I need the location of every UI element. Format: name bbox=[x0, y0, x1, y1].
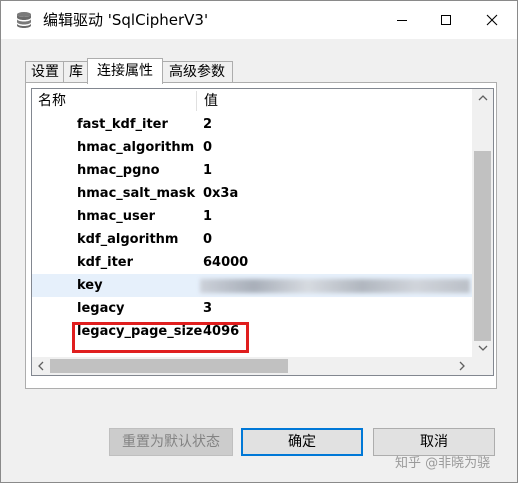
reset-to-default-button[interactable]: 重置为默认状态 bbox=[109, 428, 233, 456]
scrollbar-corner bbox=[472, 357, 493, 375]
database-icon bbox=[17, 12, 31, 28]
table-row[interactable]: hmac_pgno 1 bbox=[32, 159, 472, 182]
chevron-down-icon bbox=[478, 345, 487, 351]
horizontal-scroll-thumb[interactable] bbox=[50, 359, 288, 373]
property-name: kdf_algorithm bbox=[77, 232, 179, 247]
ok-button[interactable]: 确定 bbox=[241, 428, 363, 456]
table-row[interactable]: kdf_iter 64000 bbox=[32, 251, 472, 274]
property-value[interactable]: 0x3a bbox=[203, 182, 238, 205]
property-value[interactable]: 64000 bbox=[203, 251, 248, 274]
table-row[interactable]: hmac_salt_mask 0x3a bbox=[32, 182, 472, 205]
property-name: legacy bbox=[77, 301, 125, 316]
close-button[interactable] bbox=[469, 1, 515, 39]
scroll-up-button[interactable] bbox=[472, 89, 493, 107]
vertical-scroll-thumb[interactable] bbox=[474, 151, 491, 341]
scroll-down-button[interactable] bbox=[472, 339, 493, 357]
scroll-left-button[interactable] bbox=[32, 357, 50, 375]
minimize-button[interactable] bbox=[379, 1, 425, 39]
chevron-left-icon bbox=[38, 361, 44, 371]
property-name: fast_kdf_iter bbox=[77, 117, 168, 132]
column-header-value[interactable]: 值 bbox=[198, 89, 218, 113]
property-value[interactable]: 1 bbox=[203, 205, 212, 228]
column-header-name[interactable]: 名称 bbox=[32, 89, 66, 113]
connection-properties-panel: 名称 值 fast_kdf_iter 2 hmac_algorithm 0 hm… bbox=[25, 82, 497, 389]
edit-driver-dialog: 编辑驱动 'SqlCipherV3' 设置 库 连接属性 高级参数 名称 值 f… bbox=[0, 0, 518, 483]
table-row[interactable]: legacy 3 bbox=[32, 297, 472, 320]
property-name: hmac_algorithm bbox=[77, 140, 195, 155]
window-title: 编辑驱动 'SqlCipherV3' bbox=[43, 11, 209, 29]
tab-library[interactable]: 库 bbox=[63, 61, 89, 83]
maximize-icon bbox=[441, 15, 451, 25]
property-name: kdf_iter bbox=[77, 255, 134, 270]
chevron-up-icon bbox=[478, 95, 487, 101]
tab-connection-properties[interactable]: 连接属性 bbox=[87, 58, 163, 84]
table-row[interactable]: hmac_algorithm 0 bbox=[32, 136, 472, 159]
close-icon bbox=[486, 14, 498, 26]
scroll-right-button[interactable] bbox=[452, 357, 472, 375]
maximize-button[interactable] bbox=[423, 1, 469, 39]
chevron-right-icon bbox=[459, 361, 465, 371]
properties-list: 名称 值 fast_kdf_iter 2 hmac_algorithm 0 hm… bbox=[31, 88, 494, 376]
list-header: 名称 值 bbox=[32, 89, 472, 113]
property-name: hmac_salt_mask bbox=[77, 186, 196, 201]
table-row[interactable]: hmac_user 1 bbox=[32, 205, 472, 228]
column-divider[interactable] bbox=[196, 91, 197, 111]
property-name: key bbox=[77, 278, 103, 293]
title-bar: 编辑驱动 'SqlCipherV3' bbox=[1, 1, 517, 39]
property-name: hmac_pgno bbox=[77, 163, 160, 178]
watermark: 知乎 @非晓为骁 bbox=[395, 456, 491, 471]
property-name: hmac_user bbox=[77, 209, 155, 224]
table-row-selected[interactable]: key bbox=[32, 274, 472, 297]
minimize-icon bbox=[397, 20, 407, 21]
property-value[interactable]: 0 bbox=[203, 136, 212, 159]
table-row[interactable]: kdf_algorithm 0 bbox=[32, 228, 472, 251]
tab-settings[interactable]: 设置 bbox=[25, 61, 65, 83]
property-value[interactable]: 3 bbox=[203, 297, 212, 320]
redacted-value[interactable] bbox=[200, 279, 470, 293]
table-row[interactable]: fast_kdf_iter 2 bbox=[32, 113, 472, 136]
tab-advanced-parameters[interactable]: 高级参数 bbox=[161, 61, 233, 83]
vertical-scrollbar[interactable] bbox=[472, 89, 493, 357]
highlight-annotation bbox=[72, 322, 249, 353]
property-value[interactable]: 1 bbox=[203, 159, 212, 182]
horizontal-scrollbar[interactable] bbox=[32, 357, 472, 375]
property-value[interactable]: 0 bbox=[203, 228, 212, 251]
property-value[interactable]: 2 bbox=[203, 113, 212, 136]
